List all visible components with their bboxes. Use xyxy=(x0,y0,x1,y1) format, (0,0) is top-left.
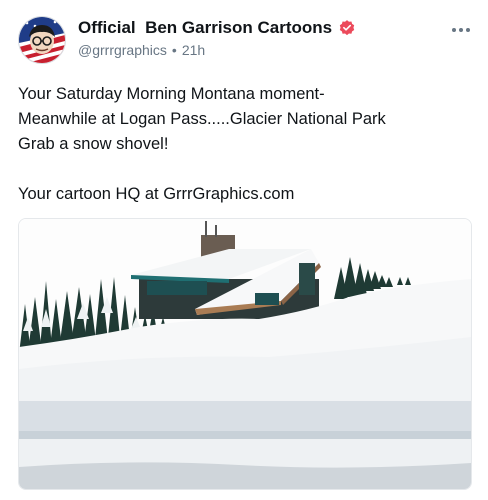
post-meta: @grrrgraphics • 21h xyxy=(78,42,205,58)
more-dot xyxy=(459,28,463,32)
post-time[interactable]: 21h xyxy=(182,42,205,58)
avatar-icon xyxy=(19,17,65,63)
snow-wall-shadow xyxy=(19,431,471,439)
verified-badge-icon xyxy=(339,20,355,36)
snow-lodge-photo xyxy=(19,219,471,489)
post-card: Official Ben Garrison Cartoons @grrrgrap… xyxy=(0,0,488,500)
post-text-line: Grab a snow shovel! xyxy=(18,135,169,153)
meta-separator: • xyxy=(171,42,177,58)
avatar[interactable] xyxy=(18,16,66,64)
more-options-icon[interactable] xyxy=(452,28,470,32)
author-row: Official Ben Garrison Cartoons xyxy=(78,18,356,38)
post-text-line[interactable]: Your cartoon HQ at GrrrGraphics.com xyxy=(18,182,468,207)
post-photo[interactable] xyxy=(18,218,472,490)
post-text-spacer xyxy=(18,157,468,182)
more-dot xyxy=(452,28,456,32)
post-text: Your Saturday Morning Montana moment- Me… xyxy=(18,82,468,207)
more-dot xyxy=(466,28,470,32)
author-name[interactable]: Official Ben Garrison Cartoons xyxy=(78,18,332,38)
post-text-line: Meanwhile at Logan Pass.....Glacier Nati… xyxy=(18,110,386,128)
author-handle[interactable]: @grrrgraphics xyxy=(78,42,167,58)
post-text-line: Your Saturday Morning Montana moment- xyxy=(18,85,325,103)
road-tracks xyxy=(19,462,471,489)
